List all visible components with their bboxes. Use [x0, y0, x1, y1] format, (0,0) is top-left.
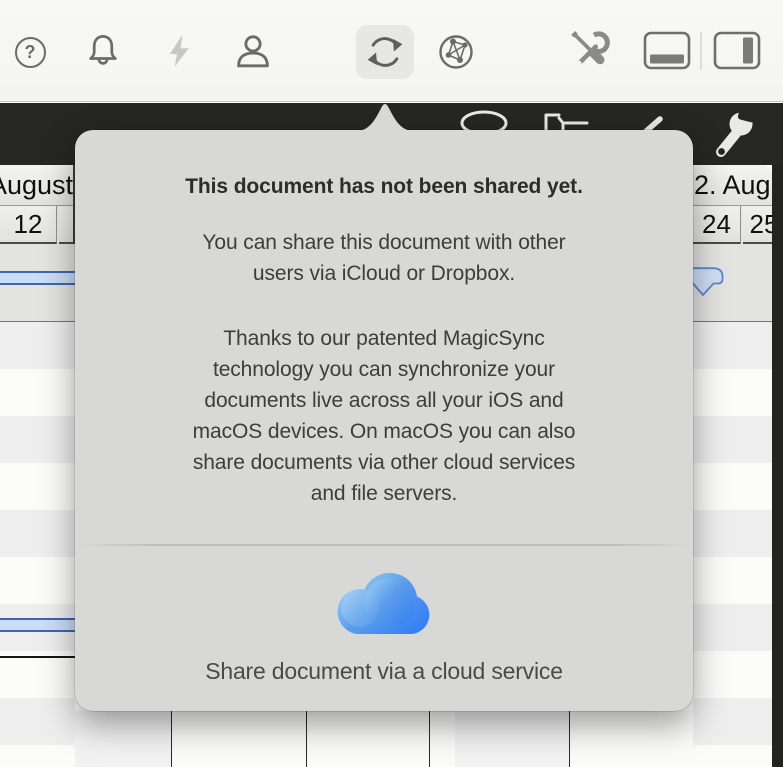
panel-bottom-button[interactable] — [641, 22, 693, 78]
tools-icon — [571, 31, 610, 66]
day-number: 24 — [702, 208, 731, 239]
month-text: August — [0, 169, 73, 200]
column-border — [569, 710, 570, 767]
column-border — [306, 710, 307, 767]
month-label-left: August — [0, 165, 73, 206]
day-number: 25 — [749, 208, 773, 239]
gantt-bar — [0, 271, 75, 285]
panel-bottom-icon — [643, 31, 691, 70]
popover-title: This document has not been shared yet. — [185, 175, 583, 198]
notifications-button[interactable] — [77, 22, 129, 78]
icloud-icon[interactable] — [330, 570, 438, 638]
timeline-header-left: August 12 — [0, 165, 75, 244]
network-globe-icon — [439, 35, 473, 69]
help-icon: ? — [14, 36, 46, 68]
sync-button[interactable] — [356, 25, 414, 79]
window-edge — [772, 165, 783, 767]
popover-paragraph-2: Thanks to our patented MagicSync technol… — [192, 327, 576, 505]
user-icon — [237, 35, 269, 68]
outline-grid — [75, 710, 693, 767]
day-number: 12 — [13, 208, 43, 239]
column-border — [171, 710, 172, 767]
panel-right-icon — [713, 31, 761, 70]
gantt-rows-left — [0, 322, 75, 767]
popover-paragraph-1: You can share this document with other u… — [202, 231, 566, 285]
gantt-band-left — [0, 244, 75, 322]
toolbar-divider — [700, 32, 702, 70]
tools-button[interactable] — [562, 22, 614, 78]
main-toolbar: ? — [0, 0, 783, 102]
popover-divider — [80, 544, 688, 546]
help-button[interactable]: ? — [4, 24, 56, 80]
day-cell: 12 — [0, 206, 57, 244]
activity-button[interactable] — [154, 22, 206, 78]
column-border — [429, 710, 430, 767]
month-label-right: 2. Augu — [693, 165, 772, 206]
share-action-label[interactable]: Share document via a cloud service — [75, 658, 693, 685]
lightning-bolt-icon — [169, 34, 189, 67]
summary-bar — [0, 656, 75, 658]
user-button[interactable] — [227, 24, 279, 80]
bell-icon — [89, 34, 117, 65]
share-cloud-action[interactable]: Share document via a cloud service — [75, 570, 693, 685]
gantt-rows-right — [693, 322, 772, 767]
gantt-bar — [0, 618, 75, 632]
panel-right-button[interactable] — [711, 22, 763, 78]
settings-wrench-icon[interactable] — [704, 109, 766, 165]
column-shade — [455, 710, 569, 767]
share-popover: This document has not been shared yet. Y… — [75, 104, 693, 711]
timeline-header-right: 2. Augu 24 25 — [693, 165, 772, 244]
popover-arrow — [356, 104, 414, 131]
column-shade — [75, 710, 171, 767]
day-cell-partial — [58, 206, 73, 244]
help-glyph: ? — [24, 41, 36, 62]
sync-icon — [367, 37, 403, 67]
month-text: 2. Augu — [694, 169, 772, 200]
day-cell: 24 — [693, 206, 741, 244]
day-cell: 25 — [742, 206, 773, 244]
network-button[interactable] — [430, 24, 482, 80]
